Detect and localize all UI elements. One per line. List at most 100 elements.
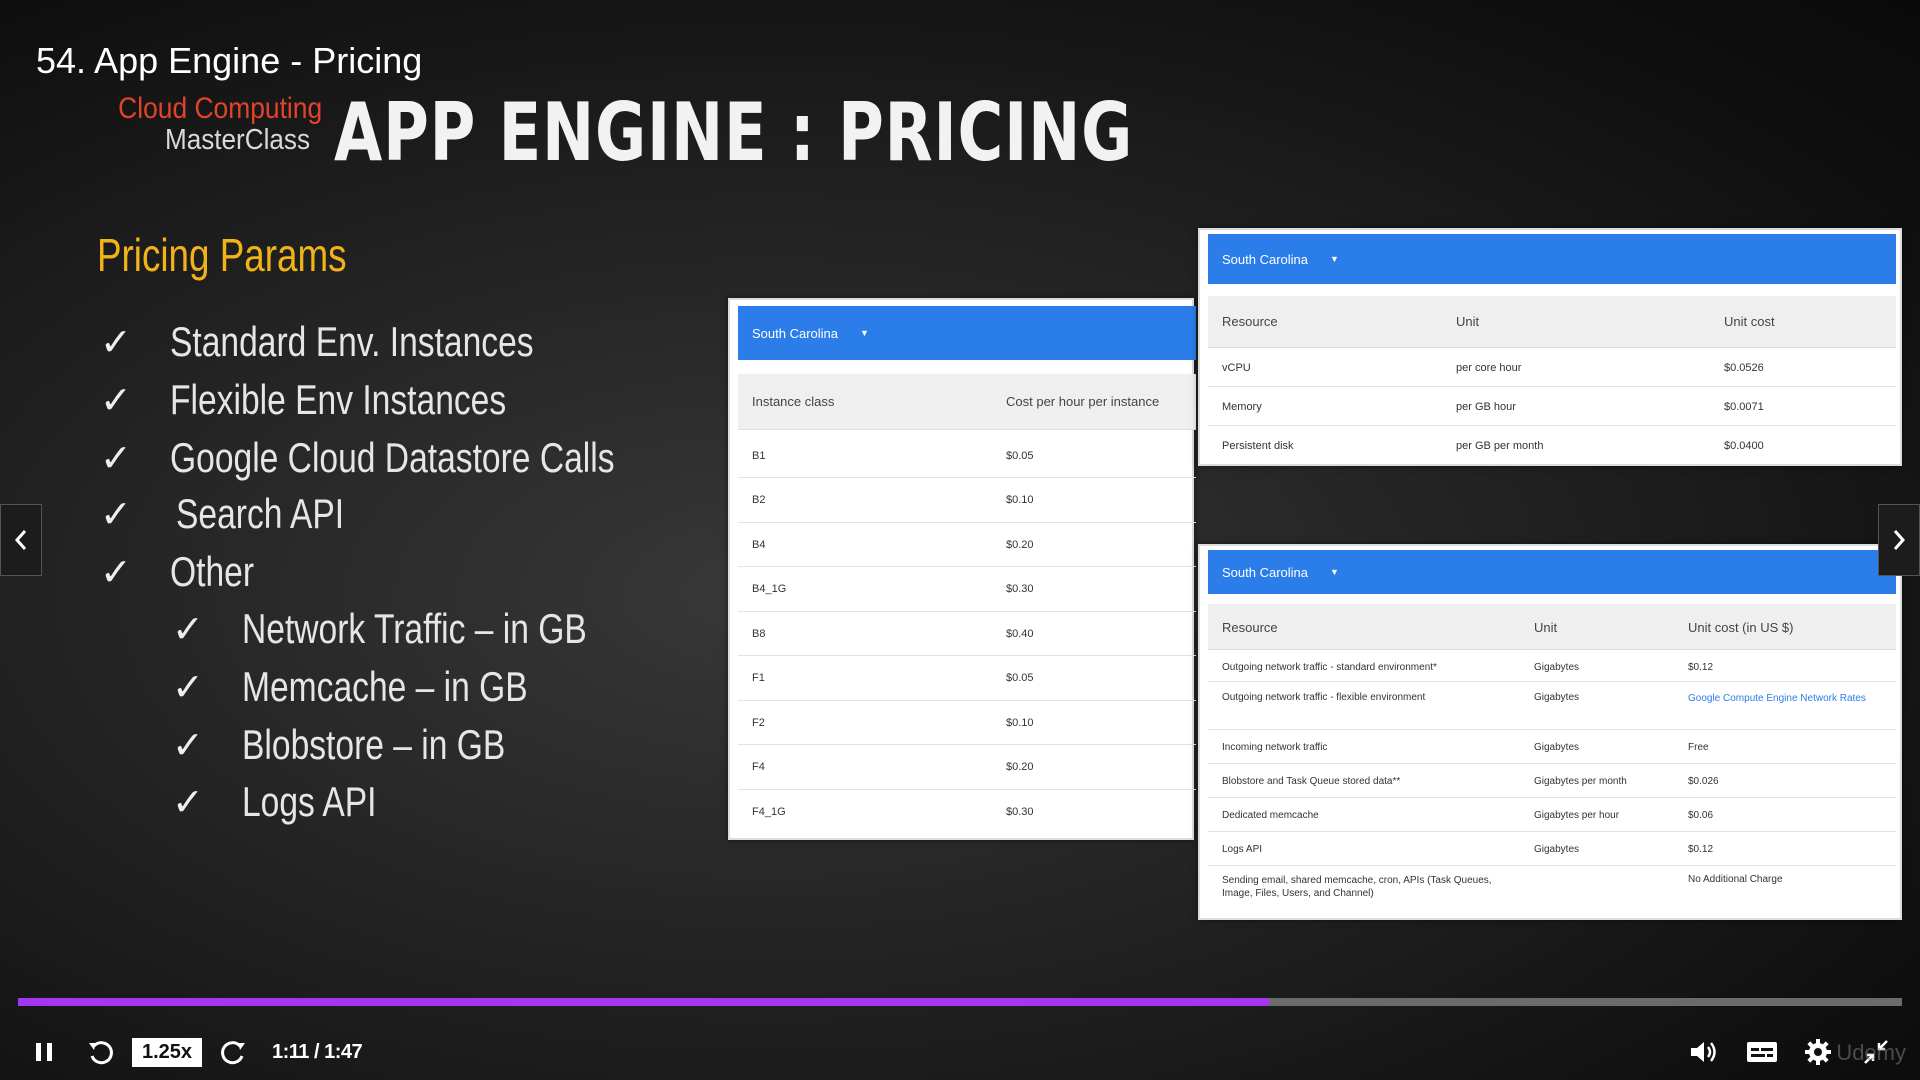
- param-item: ✓ Flexible Env Instances: [100, 376, 590, 424]
- table-row: Memory per GB hour $0.0071: [1208, 387, 1896, 426]
- param-label: Google Cloud Datastore Calls: [170, 434, 615, 481]
- udemy-watermark: Udemy: [1836, 1040, 1906, 1065]
- brand-logo: Cloud Computing MasterClass: [92, 92, 323, 157]
- table-row: Incoming network traffic Gigabytes Free: [1208, 730, 1896, 764]
- brand-line1: Cloud Computing: [118, 92, 323, 125]
- pause-button[interactable]: [28, 1034, 60, 1070]
- captions-icon: [1747, 1042, 1777, 1062]
- column-header: Unit: [1534, 620, 1558, 635]
- lecture-title: 54. App Engine - Pricing: [36, 40, 423, 81]
- cell-instance-class: B2: [752, 494, 766, 506]
- table-header: Instance class Cost per hour per instanc…: [738, 374, 1196, 430]
- table-header: Resource Unit Unit cost (in US $): [1208, 604, 1896, 650]
- table-row: B4 $0.20: [738, 523, 1196, 567]
- cell-instance-class: B4: [752, 539, 766, 551]
- cell-resource: Logs API: [1222, 844, 1263, 855]
- param-item: ✓ Google Cloud Datastore Calls: [100, 434, 726, 482]
- column-header: Unit: [1456, 314, 1480, 329]
- table-row: B8 $0.40: [738, 612, 1196, 656]
- check-icon: ✓: [172, 608, 204, 651]
- sub-param-label: Blobstore – in GB: [242, 721, 506, 768]
- resource-pricing-table: South Carolina ▼ Resource Unit Unit cost…: [1198, 228, 1902, 466]
- cell-cost: $0.05: [1006, 450, 1034, 462]
- cell-unit: Gigabytes per hour: [1534, 810, 1620, 821]
- previous-lecture-button[interactable]: [0, 504, 42, 576]
- cell-unit-cost: $0.12: [1688, 662, 1714, 673]
- cell-cost: $0.20: [1006, 761, 1034, 773]
- table-row: F1 $0.05: [738, 656, 1196, 701]
- table-row: Dedicated memcache Gigabytes per hour $0…: [1208, 798, 1896, 832]
- progress-fill: [18, 998, 1269, 1006]
- param-item: ✓ Standard Env. Instances: [100, 318, 625, 366]
- cell-cost: $0.30: [1006, 583, 1034, 595]
- sub-param-item: ✓ Network Traffic – in GB: [172, 605, 673, 653]
- cell-instance-class: F1: [752, 672, 765, 684]
- check-icon: ✓: [172, 781, 204, 824]
- volume-button[interactable]: [1686, 1034, 1722, 1070]
- table-row: Blobstore and Task Queue stored data** G…: [1208, 764, 1896, 798]
- progress-bar[interactable]: [18, 998, 1902, 1006]
- other-pricing-table: South Carolina ▼ Resource Unit Unit cost…: [1198, 544, 1902, 920]
- check-icon: ✓: [100, 493, 132, 536]
- region-label: South Carolina: [1222, 251, 1308, 267]
- table-row: Outgoing network traffic - standard envi…: [1208, 650, 1896, 682]
- caret-down-icon: ▼: [860, 328, 869, 338]
- captions-button[interactable]: [1744, 1034, 1780, 1070]
- network-rates-link[interactable]: Google Compute Engine Network Rates: [1688, 692, 1868, 705]
- cell-unit: Gigabytes per month: [1534, 776, 1627, 787]
- column-header: Unit cost: [1724, 314, 1775, 329]
- forward-icon: [221, 1041, 245, 1065]
- cell-unit-cost: Free: [1688, 742, 1709, 753]
- caret-down-icon: ▼: [1330, 254, 1339, 264]
- param-item: ✓ Other: [100, 548, 275, 596]
- check-icon: ✓: [100, 551, 132, 594]
- check-icon: ✓: [172, 666, 204, 709]
- params-title: Pricing Params: [97, 229, 347, 281]
- sub-param-label: Network Traffic – in GB: [242, 605, 587, 652]
- volume-icon: [1691, 1042, 1716, 1062]
- cell-unit: Gigabytes: [1534, 844, 1580, 855]
- param-label: Flexible Env Instances: [170, 376, 507, 423]
- forward-button[interactable]: [216, 1034, 252, 1070]
- cell-resource: Blobstore and Task Queue stored data**: [1222, 776, 1401, 787]
- cell-unit-cost: No Additional Charge: [1688, 874, 1783, 885]
- region-bar: South Carolina ▼: [1208, 550, 1896, 594]
- rewind-button[interactable]: [82, 1034, 118, 1070]
- region-label: South Carolina: [1222, 564, 1308, 580]
- cell-cost: $0.10: [1006, 494, 1034, 506]
- cell-unit: Gigabytes: [1534, 742, 1580, 753]
- table-row: Persistent disk per GB per month $0.0400: [1208, 426, 1896, 464]
- check-icon: ✓: [100, 379, 132, 422]
- cell-unit: Gigabytes: [1534, 692, 1580, 703]
- playback-speed-button[interactable]: 1.25x: [132, 1034, 203, 1070]
- speed-label: 1.25x: [132, 1037, 203, 1067]
- cell-resource: Memory: [1222, 401, 1262, 413]
- settings-button[interactable]: [1800, 1034, 1836, 1070]
- cell-cost: $0.05: [1006, 672, 1034, 684]
- cell-cost: $0.40: [1006, 628, 1034, 640]
- cell-resource: Persistent disk: [1222, 440, 1294, 452]
- brand-line2: MasterClass: [164, 124, 310, 156]
- column-header: Cost per hour per instance: [1006, 394, 1160, 409]
- cell-cost: $0.30: [1006, 806, 1034, 818]
- cell-resource: Outgoing network traffic - standard envi…: [1222, 662, 1437, 673]
- rewind-icon: [89, 1041, 113, 1065]
- cell-unit-cost: $0.0526: [1724, 362, 1764, 374]
- cell-unit: per GB hour: [1456, 401, 1516, 413]
- sub-param-label: Logs API: [242, 778, 377, 825]
- table-row: Sending email, shared memcache, cron, AP…: [1208, 866, 1896, 916]
- chevron-left-icon: [14, 530, 27, 550]
- table-row: F4_1G $0.30: [738, 790, 1196, 834]
- next-lecture-button[interactable]: [1878, 504, 1920, 576]
- cell-unit-cost: $0.12: [1688, 844, 1714, 855]
- column-header: Instance class: [752, 394, 835, 409]
- caret-down-icon: ▼: [1330, 567, 1339, 577]
- param-label: Standard Env. Instances: [170, 318, 534, 365]
- param-item: ✓ Search API: [100, 490, 386, 538]
- sub-param-item: ✓ Memcache – in GB: [172, 663, 599, 711]
- cell-resource: Dedicated memcache: [1222, 810, 1319, 821]
- cell-unit-cost: $0.0071: [1724, 401, 1764, 413]
- cell-resource: Sending email, shared memcache, cron, AP…: [1222, 875, 1492, 899]
- column-header: Resource: [1222, 620, 1278, 635]
- cell-instance-class: F2: [752, 717, 765, 729]
